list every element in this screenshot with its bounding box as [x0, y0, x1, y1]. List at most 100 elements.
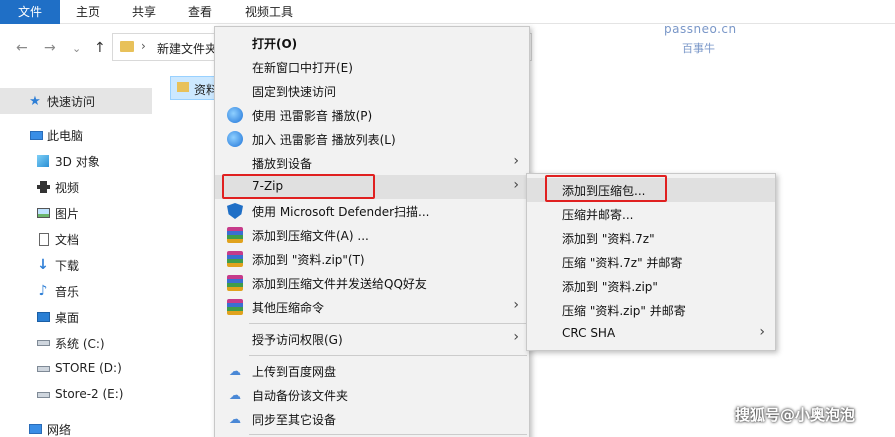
- tab-file[interactable]: 文件: [0, 0, 60, 24]
- breadcrumb[interactable]: 新建文件夹: [157, 40, 217, 57]
- sidebar-item-this-pc[interactable]: 此电脑: [0, 122, 152, 148]
- menu-item-add-to-archive[interactable]: 添加到压缩文件(A) ...: [215, 223, 529, 247]
- sidebar-item-label: 图片: [55, 207, 80, 221]
- breadcrumb-separator-icon: ›: [141, 39, 146, 53]
- menu-item-label: 打开(O): [252, 37, 298, 51]
- defender-shield-icon: [227, 203, 243, 219]
- watermark-brand: 百事牛: [682, 42, 715, 55]
- menu-item-label: 授予访问权限(G): [252, 333, 343, 347]
- sidebar-item-label: 文档: [55, 233, 80, 247]
- ribbon-bar: 文件 主页 共享 查看 视频工具: [0, 0, 895, 24]
- tab-video-tools[interactable]: 视频工具: [233, 0, 305, 24]
- menu-item-label: 压缩 "资料.7z" 并邮寄: [562, 256, 683, 270]
- menu-item-cast-to-device[interactable]: 播放到设备 ›: [215, 151, 529, 175]
- menu-item-xunlei-play[interactable]: 使用 迅雷影音 播放(P): [215, 103, 529, 127]
- submenu-item-add-7z[interactable]: 添加到 "资料.7z": [527, 226, 775, 250]
- network-icon: [28, 422, 42, 436]
- computer-icon: [29, 128, 43, 142]
- sidebar-item-music[interactable]: ♪ 音乐: [0, 278, 152, 304]
- drive-icon: [36, 362, 50, 376]
- sidebar-item-drive-d[interactable]: STORE (D:): [0, 356, 152, 382]
- music-icon: ♪: [38, 283, 48, 299]
- sidebar-item-documents[interactable]: 文档: [0, 226, 152, 252]
- drive-icon: [36, 388, 50, 402]
- sidebar-item-drive-e[interactable]: Store-2 (E:): [0, 382, 152, 408]
- xunlei-player-icon: [227, 131, 243, 147]
- sidebar-item-label: 视频: [55, 181, 80, 195]
- download-icon: ↓: [37, 257, 49, 273]
- sidebar-item-label: 桌面: [55, 311, 80, 325]
- menu-item-archive-send-qq[interactable]: 添加到压缩文件并发送给QQ好友: [215, 271, 529, 295]
- menu-item-label: 同步至其它设备: [252, 413, 337, 427]
- up-arrow-icon[interactable]: ↑: [94, 40, 106, 56]
- menu-item-auto-backup[interactable]: ☁ 自动备份该文件夹: [215, 383, 529, 407]
- sidebar-item-drive-c[interactable]: 系统 (C:): [0, 330, 152, 356]
- menu-item-xunlei-playlist[interactable]: 加入 迅雷影音 播放列表(L): [215, 127, 529, 151]
- menu-item-other-compress[interactable]: 其他压缩命令 ›: [215, 295, 529, 319]
- sidebar-item-videos[interactable]: 视频: [0, 174, 152, 200]
- menu-item-pin-quick-access[interactable]: 固定到快速访问: [215, 79, 529, 103]
- menu-item-label: 添加到压缩文件(A) ...: [252, 229, 369, 243]
- menu-item-label: 播放到设备: [252, 157, 313, 171]
- menu-item-label: 使用 Microsoft Defender扫描...: [252, 205, 430, 219]
- folder-icon: [177, 82, 189, 92]
- highlight-add-archive-box: [545, 175, 667, 202]
- menu-item-label: 添加到 "资料.7z": [562, 232, 655, 246]
- sidebar-item-label: 网络: [47, 423, 72, 437]
- folder-icon: [120, 41, 134, 52]
- sidebar-item-pictures[interactable]: 图片: [0, 200, 152, 226]
- chevron-right-icon: ›: [759, 324, 765, 340]
- drive-icon: [36, 336, 50, 350]
- cube-icon: [36, 154, 50, 168]
- chevron-right-icon: ›: [513, 153, 519, 169]
- sidebar-item-downloads[interactable]: ↓ 下载: [0, 252, 152, 278]
- sidebar-item-desktop[interactable]: 桌面: [0, 304, 152, 330]
- xunlei-player-icon: [227, 107, 243, 123]
- sidebar-item-label: 此电脑: [47, 129, 84, 143]
- sidebar-item-label: 系统 (C:): [55, 337, 105, 351]
- context-menu: 打开(O) 在新窗口中打开(E) 固定到快速访问 使用 迅雷影音 播放(P) 加…: [214, 26, 530, 437]
- forward-arrow-icon[interactable]: →: [44, 40, 56, 56]
- sidebar-item-label: 快速访问: [47, 95, 96, 109]
- submenu-item-compress-email[interactable]: 压缩并邮寄...: [527, 202, 775, 226]
- back-arrow-icon[interactable]: ←: [16, 40, 28, 56]
- video-icon: [36, 180, 50, 194]
- menu-item-label: 添加到压缩文件并发送给QQ好友: [252, 277, 427, 291]
- winrar-icon: [227, 299, 243, 315]
- sidebar-item-quick-access[interactable]: ★ 快速访问: [0, 88, 152, 114]
- desktop-icon: [36, 310, 50, 324]
- submenu-item-zip-email[interactable]: 压缩 "资料.zip" 并邮寄: [527, 298, 775, 322]
- sidebar-item-network[interactable]: 网络: [0, 416, 152, 437]
- menu-item-label: 压缩并邮寄...: [562, 208, 634, 222]
- star-icon: ★: [29, 93, 41, 109]
- menu-item-defender-scan[interactable]: 使用 Microsoft Defender扫描...: [215, 199, 529, 223]
- chevron-right-icon: ›: [513, 297, 519, 313]
- menu-item-label: 压缩 "资料.zip" 并邮寄: [562, 304, 686, 318]
- tab-share[interactable]: 共享: [118, 0, 170, 24]
- menu-item-label: 自动备份该文件夹: [252, 389, 349, 403]
- submenu-item-crc-sha[interactable]: CRC SHA ›: [527, 322, 775, 346]
- chevron-right-icon: ›: [513, 177, 519, 193]
- sidebar-item-label: 下载: [55, 259, 80, 273]
- baidu-cloud-icon: ☁: [229, 364, 241, 378]
- menu-divider: [249, 434, 527, 435]
- watermark-url: passneo.cn: [664, 22, 737, 36]
- sohu-watermark: 搜狐号@小奥泡泡: [735, 406, 856, 424]
- submenu-item-7z-email[interactable]: 压缩 "资料.7z" 并邮寄: [527, 250, 775, 274]
- submenu-item-add-zip[interactable]: 添加到 "资料.zip": [527, 274, 775, 298]
- sidebar-item-3d-objects[interactable]: 3D 对象: [0, 148, 152, 174]
- recent-dropdown-icon[interactable]: ⌄: [72, 42, 81, 55]
- menu-item-grant-access[interactable]: 授予访问权限(G) ›: [215, 327, 529, 351]
- tab-view[interactable]: 查看: [174, 0, 226, 24]
- menu-item-label: 在新窗口中打开(E): [252, 61, 353, 75]
- menu-item-open[interactable]: 打开(O): [215, 31, 529, 55]
- menu-item-open-new-window[interactable]: 在新窗口中打开(E): [215, 55, 529, 79]
- winrar-icon: [227, 251, 243, 267]
- menu-item-label: 其他压缩命令: [252, 301, 325, 315]
- menu-item-add-to-zip[interactable]: 添加到 "资料.zip"(T): [215, 247, 529, 271]
- menu-item-sync-devices[interactable]: ☁ 同步至其它设备: [215, 407, 529, 431]
- baidu-cloud-icon: ☁: [229, 412, 241, 426]
- menu-item-baidu-upload[interactable]: ☁ 上传到百度网盘: [215, 359, 529, 383]
- tab-home[interactable]: 主页: [62, 0, 114, 24]
- menu-item-label: 添加到 "资料.zip"(T): [252, 253, 365, 267]
